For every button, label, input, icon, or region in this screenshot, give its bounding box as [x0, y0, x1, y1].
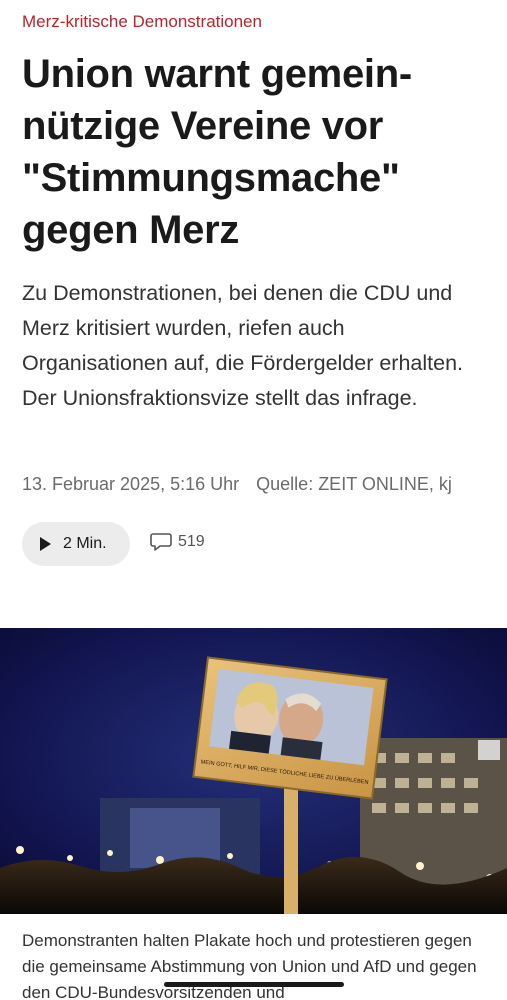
- audio-play-button[interactable]: 2 Min.: [22, 522, 130, 566]
- image-caption: Demonstranten halten Plakate hoch und pr…: [22, 931, 477, 1000]
- publish-date: 13. Februar 2025, 5:16 Uhr: [22, 474, 240, 494]
- audio-duration: 2 Min.: [63, 535, 107, 552]
- comment-icon: [150, 533, 172, 551]
- comments-link[interactable]: 519: [150, 532, 205, 552]
- home-indicator[interactable]: [164, 982, 344, 987]
- play-icon: [40, 537, 51, 551]
- article-page: Merz-kritische Demonstrationen Union war…: [0, 0, 507, 1000]
- demonstration-photo: MEIN GOTT, HILF MIR, DIESE TÖDLICHE LIEB…: [0, 628, 507, 914]
- article-source: Quelle: ZEIT ONLINE, kj: [256, 474, 452, 494]
- article-hero-image[interactable]: MEIN GOTT, HILF MIR, DIESE TÖDLICHE LIEB…: [0, 628, 507, 914]
- article-headline: Union warnt gemein­nützige Vereine vor "…: [22, 52, 413, 252]
- comment-count: 519: [178, 533, 205, 550]
- article-meta: 13. Februar 2025, 5:16 Uhr Quelle: ZEIT …: [22, 474, 502, 495]
- article-kicker[interactable]: Merz-kritische Demonstrationen: [22, 12, 262, 32]
- article-teaser: Zu Demonstrationen, bei denen die CDU un…: [22, 281, 464, 410]
